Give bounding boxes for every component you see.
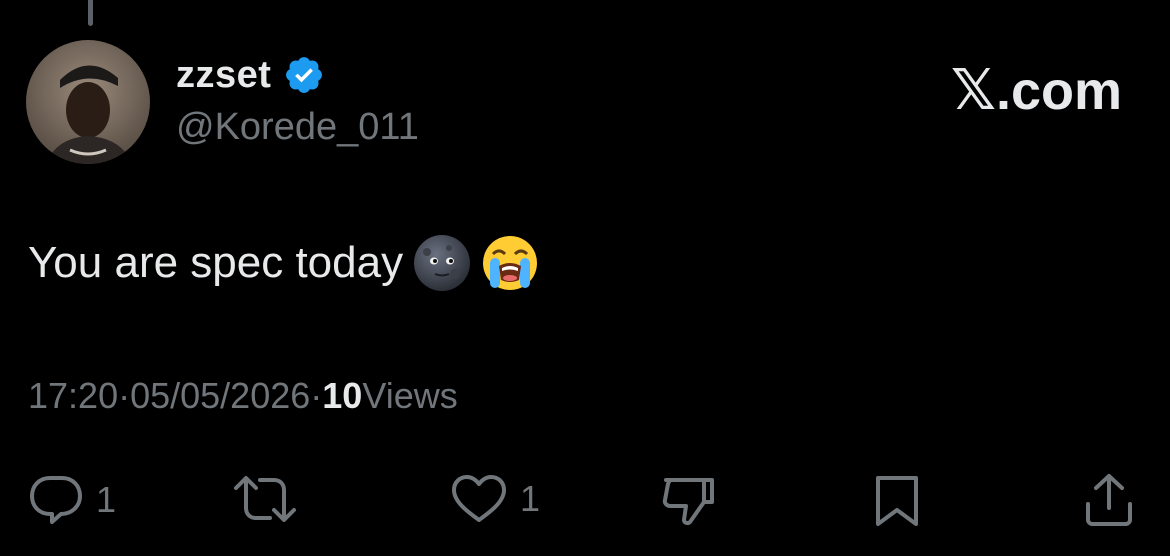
heart-icon bbox=[450, 474, 508, 524]
dislike-button[interactable] bbox=[660, 474, 716, 528]
handle[interactable]: @Korede_011 bbox=[176, 106, 419, 149]
new-moon-face-icon bbox=[413, 234, 471, 292]
reply-icon bbox=[28, 474, 84, 526]
brand-suffix: .com bbox=[995, 60, 1122, 121]
tweet-header: zzset @Korede_011 bbox=[176, 50, 419, 149]
verified-badge-icon bbox=[283, 54, 325, 96]
name-row: zzset bbox=[176, 50, 419, 100]
tweet-body: You are spec today bbox=[28, 238, 404, 287]
thumbs-down-icon bbox=[660, 474, 716, 528]
tweet-text: You are spec today bbox=[28, 234, 539, 292]
bookmark-icon bbox=[872, 474, 922, 528]
meta-separator: · bbox=[310, 375, 323, 416]
share-icon bbox=[1082, 472, 1136, 528]
avatar[interactable] bbox=[26, 40, 150, 164]
tweet-meta: 17:20 · 05/05/2026 · 10 Views bbox=[28, 375, 458, 417]
views-label: Views bbox=[362, 375, 458, 416]
bookmark-button[interactable] bbox=[872, 474, 922, 528]
tweet-date[interactable]: 05/05/2026 bbox=[130, 375, 310, 417]
action-bar: 1 1 bbox=[0, 466, 1170, 530]
avatar-image bbox=[26, 40, 150, 164]
reply-button[interactable]: 1 bbox=[28, 474, 116, 526]
display-name[interactable]: zzset bbox=[176, 54, 271, 97]
repost-button[interactable] bbox=[232, 474, 298, 524]
repost-icon bbox=[232, 474, 298, 524]
share-button[interactable] bbox=[1082, 472, 1136, 528]
reply-count: 1 bbox=[96, 479, 117, 520]
brand-logo: 𝕏 .com bbox=[951, 58, 1122, 123]
thread-line bbox=[88, 0, 93, 26]
x-logo-icon: 𝕏 bbox=[950, 58, 996, 123]
meta-separator: · bbox=[118, 375, 131, 416]
loudly-crying-face-icon bbox=[481, 234, 539, 292]
tweet-time[interactable]: 17:20 bbox=[28, 375, 118, 417]
like-button[interactable]: 1 bbox=[450, 474, 540, 524]
views-count: 10 bbox=[322, 375, 363, 416]
like-count: 1 bbox=[520, 478, 541, 519]
